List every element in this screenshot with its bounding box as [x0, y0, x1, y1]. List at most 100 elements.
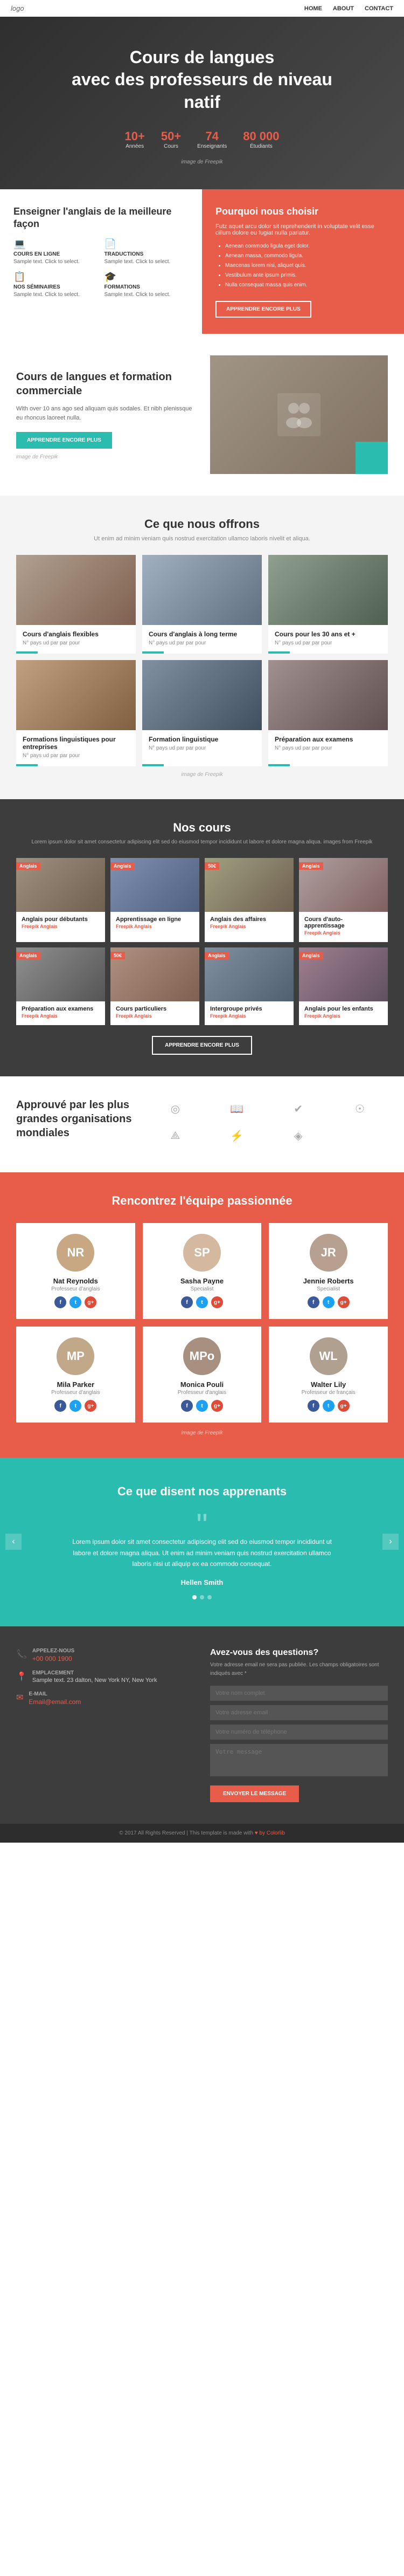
intro-right-text: Futz aquet arcu dolor sit reprehenderit … — [215, 223, 391, 236]
logo: logo — [11, 4, 24, 12]
form-message-textarea[interactable] — [210, 1744, 388, 1776]
fb-icon[interactable]: f — [308, 1296, 319, 1308]
contact-right-text: Votre adresse email ne sera pas publiée.… — [210, 1661, 388, 1678]
stat-teachers: 74 Enseignants — [197, 129, 227, 149]
navbar: logo HOME ABOUT CONTACT — [0, 0, 404, 17]
fb-icon[interactable]: f — [308, 1400, 319, 1412]
intro-left-title: Enseigner l'anglais de la meilleure faço… — [13, 205, 189, 231]
tw-icon[interactable]: t — [69, 1296, 81, 1308]
service-translations: 📄 TRADUCTIONS Sample text. Click to sele… — [105, 238, 189, 265]
tw-icon[interactable]: t — [323, 1400, 335, 1412]
footer-by[interactable]: by Colorlib — [260, 1830, 285, 1836]
offrons-section: Ce que nous offrons Ut enim ad minim ven… — [0, 496, 404, 799]
nav-contact[interactable]: CONTACT — [365, 5, 393, 12]
service-seminaires: 📋 NOS SÉMINAIRES Sample text. Click to s… — [13, 271, 98, 298]
cours-tag-enligne: Anglais — [110, 862, 135, 870]
contact-phone-item: 📞 APPELEZ-NOUS +00 000 1900 — [16, 1648, 194, 1663]
cours-more-btn[interactable]: APPRENDRE ENCORE PLUS — [152, 1036, 252, 1055]
service-formations: 🎓 FORMATIONS Sample text. Click to selec… — [105, 271, 189, 298]
hero-title: Cours de langues avec des professeurs de… — [72, 46, 332, 114]
team-card-mila: MP Mila Parker Professeur d'anglais f t … — [16, 1327, 135, 1423]
dot-1[interactable] — [192, 1595, 197, 1599]
testimonial-author: Hellen Smith — [67, 1578, 337, 1586]
approuve-title: Approuvé par les plus grandes organisati… — [16, 1098, 135, 1140]
fb-icon[interactable]: f — [54, 1400, 66, 1412]
contact-left: 📞 APPELEZ-NOUS +00 000 1900 📍 EMPLACEMEN… — [16, 1648, 194, 1802]
testimonial-text: Lorem ipsum dolor sit amet consectetur a… — [67, 1536, 337, 1569]
form-phone-group — [210, 1725, 388, 1740]
teal-bar — [142, 651, 164, 654]
dot-3[interactable] — [207, 1595, 212, 1599]
teal-bar — [16, 651, 38, 654]
team-card-sasha: SP Sasha Payne Specialist f t g+ — [143, 1223, 262, 1319]
offrons-image-credit: image de Freepik — [16, 772, 388, 778]
equipe-image-credit: image de Freepik — [16, 1430, 388, 1436]
fb-icon[interactable]: f — [181, 1400, 193, 1412]
equipe-section: Rencontrez l'équipe passionnée NR Nat Re… — [0, 1172, 404, 1458]
name-walter: Walter Lily — [276, 1380, 380, 1389]
name-jennie: Jennie Roberts — [276, 1277, 380, 1285]
cours-subtitle: Lorem ipsum dolor sit amet consectetur a… — [16, 839, 388, 845]
intro-right-title: Pourquoi nous choisir — [215, 205, 391, 218]
tw-icon[interactable]: t — [196, 1400, 208, 1412]
form-email-input[interactable] — [210, 1705, 388, 1720]
commercial-desc: With over 10 ans ago sed aliquam quis so… — [16, 404, 194, 423]
dot-2[interactable] — [200, 1595, 204, 1599]
socials-monica: f t g+ — [150, 1400, 254, 1412]
fb-icon[interactable]: f — [54, 1296, 66, 1308]
prev-arrow[interactable]: ‹ — [5, 1534, 22, 1550]
gp-icon[interactable]: g+ — [85, 1296, 96, 1308]
gp-icon[interactable]: g+ — [211, 1400, 223, 1412]
tw-icon[interactable]: t — [323, 1296, 335, 1308]
offrons-subtitle: Ut enim ad minim veniam quis nostrud exe… — [16, 535, 388, 542]
gp-icon[interactable]: g+ — [338, 1296, 350, 1308]
carousel-dots — [16, 1595, 388, 1599]
tw-icon[interactable]: t — [69, 1400, 81, 1412]
role-jennie: Specialist — [276, 1286, 380, 1292]
team-photo-icon — [277, 393, 321, 436]
contact-right-title: Avez-vous des questions? — [210, 1648, 388, 1658]
nav-about[interactable]: ABOUT — [333, 5, 354, 12]
location-label: EMPLACEMENT — [32, 1670, 157, 1676]
socials-sasha: f t g+ — [150, 1296, 254, 1308]
tw-icon[interactable]: t — [196, 1296, 208, 1308]
role-sasha: Specialist — [150, 1286, 254, 1292]
card-img-examens — [268, 660, 388, 730]
fb-icon[interactable]: f — [181, 1296, 193, 1308]
gp-icon[interactable]: g+ — [338, 1400, 350, 1412]
nav-links: HOME ABOUT CONTACT — [304, 5, 393, 12]
phone-value: +00 000 1900 — [32, 1655, 74, 1663]
learn-more-btn[interactable]: APPRENDRE ENCORE PLUS — [215, 301, 311, 318]
cours-card-enligne: Anglais Apprentissage en ligne Freepik A… — [110, 858, 199, 942]
phone-icon: 📞 — [16, 1649, 27, 1660]
form-email-group — [210, 1705, 388, 1720]
form-name-input[interactable] — [210, 1686, 388, 1701]
cours-card-particuliers: 50€ Cours particuliers Freepik Anglais — [110, 947, 199, 1025]
role-monica: Professeur d'anglais — [150, 1390, 254, 1396]
next-arrow[interactable]: › — [382, 1534, 399, 1550]
commercial-btn[interactable]: APPRENDRE ENCORE PLUS — [16, 432, 112, 449]
socials-nat: f t g+ — [24, 1296, 128, 1308]
role-mila: Professeur d'anglais — [24, 1390, 128, 1396]
cours-title: Nos cours — [16, 821, 388, 835]
contact-location-item: 📍 EMPLACEMENT Sample text. 23 dalton, Ne… — [16, 1670, 194, 1684]
cours-section: Nos cours Lorem ipsum dolor sit amet con… — [0, 799, 404, 1076]
email-label: E-MAIL — [29, 1691, 81, 1697]
services-grid: 💻 COURS EN LIGNE Sample text. Click to s… — [13, 238, 189, 298]
card-img-flexible — [16, 555, 136, 625]
stat-years: 10+ Années — [125, 129, 145, 149]
gp-icon[interactable]: g+ — [85, 1400, 96, 1412]
name-mila: Mila Parker — [24, 1380, 128, 1389]
approuve-text: Approuvé par les plus grandes organisati… — [16, 1098, 136, 1151]
nav-home[interactable]: HOME — [304, 5, 322, 12]
partner-logo-2: 📖 — [208, 1098, 264, 1119]
cours-tag-enfants: Anglais — [299, 952, 323, 959]
form-phone-input[interactable] — [210, 1725, 388, 1740]
stat-courses: 50+ Cours — [161, 129, 181, 149]
online-icon: 💻 — [13, 238, 98, 250]
card-formation-ling: Formation linguistique N° pays ud par pa… — [142, 660, 262, 766]
partner-logo-1: ◎ — [147, 1098, 203, 1119]
cours-tag-auto: Anglais — [299, 862, 323, 870]
form-submit-btn[interactable]: ENVOYER LE MESSAGE — [210, 1785, 299, 1802]
gp-icon[interactable]: g+ — [211, 1296, 223, 1308]
